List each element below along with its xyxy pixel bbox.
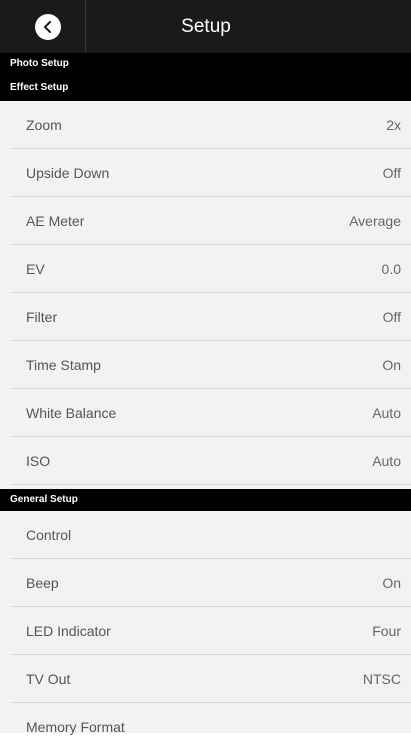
setting-row-ae-meter[interactable]: AE Meter Average (10, 197, 411, 245)
setting-row-beep[interactable]: Beep On (10, 559, 411, 607)
section-header-photo-setup: Photo Setup (0, 53, 411, 75)
setting-label: TV Out (26, 671, 71, 687)
setting-value: On (382, 357, 401, 373)
setting-label: White Balance (26, 405, 117, 421)
effect-setup-list: Zoom 2x Upside Down Off AE Meter Average… (0, 101, 411, 489)
section-header-general-setup: General Setup (0, 489, 411, 511)
setting-label: Memory Format (26, 719, 125, 735)
section-header-effect-setup: Effect Setup (0, 75, 411, 101)
setting-value: Four (372, 623, 401, 639)
setting-row-filter[interactable]: Filter Off (10, 293, 411, 341)
setting-label: ISO (26, 453, 51, 469)
setting-value: Off (382, 309, 401, 325)
setting-value: 2x (386, 117, 401, 133)
chevron-left-icon (44, 21, 51, 33)
page-title: Setup (181, 16, 231, 37)
setting-value: 0.0 (381, 261, 401, 277)
setting-value: Auto (372, 453, 401, 469)
setting-value: On (382, 575, 401, 591)
setting-row-upside-down[interactable]: Upside Down Off (10, 149, 411, 197)
setting-label: Zoom (26, 117, 62, 133)
setting-label: LED Indicator (26, 623, 111, 639)
setting-label: AE Meter (26, 213, 85, 229)
back-button[interactable] (35, 14, 61, 40)
top-bar: Setup (0, 0, 411, 53)
setting-label: Upside Down (26, 165, 110, 181)
setting-row-time-stamp[interactable]: Time Stamp On (10, 341, 411, 389)
setting-row-zoom[interactable]: Zoom 2x (10, 101, 411, 149)
setting-row-memory-format[interactable]: Memory Format (10, 703, 411, 751)
setting-label: EV (26, 261, 45, 277)
setting-value: NTSC (362, 671, 401, 687)
setting-row-iso[interactable]: ISO Auto (10, 437, 411, 485)
setting-value: Average (349, 213, 401, 229)
back-cell (0, 0, 86, 53)
setting-value: Auto (372, 405, 401, 421)
setting-row-tv-out[interactable]: TV Out NTSC (10, 655, 411, 703)
setting-label: Control (26, 527, 72, 543)
setting-value: Off (382, 165, 401, 181)
setting-row-control[interactable]: Control (10, 511, 411, 559)
setting-label: Beep (26, 575, 59, 591)
general-setup-list: Control Beep On LED Indicator Four TV Ou… (0, 511, 411, 735)
setting-row-led-indicator[interactable]: LED Indicator Four (10, 607, 411, 655)
setting-row-white-balance[interactable]: White Balance Auto (10, 389, 411, 437)
setting-label: Time Stamp (26, 357, 101, 373)
setting-label: Filter (26, 309, 58, 325)
setting-row-ev[interactable]: EV 0.0 (10, 245, 411, 293)
